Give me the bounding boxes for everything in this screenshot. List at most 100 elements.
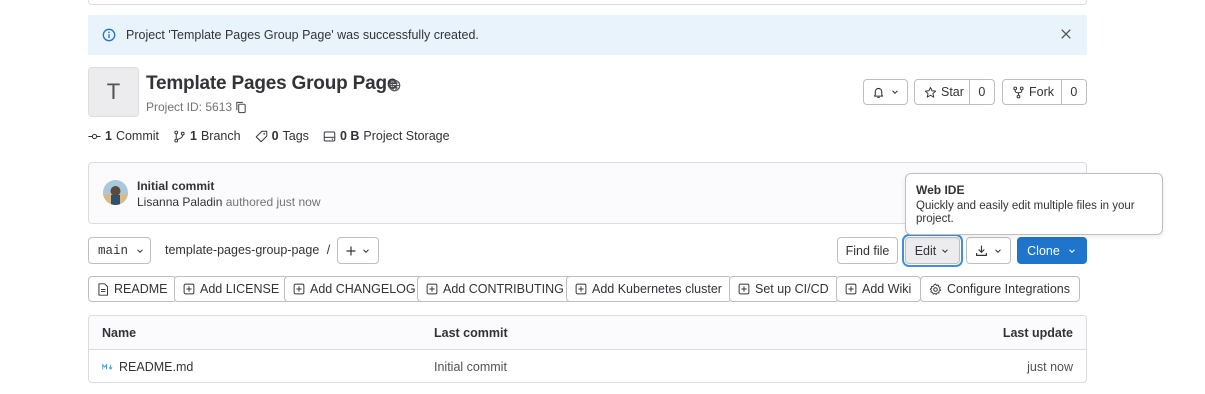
- stat-branches-label: Branch: [200, 129, 241, 143]
- add-contributing-button[interactable]: Add CONTRIBUTING: [417, 276, 574, 302]
- stat-commits[interactable]: 1 Commit: [88, 129, 159, 143]
- fork-button[interactable]: Fork 0: [1002, 79, 1087, 105]
- setup-cicd-button[interactable]: Set up CI/CD: [729, 276, 839, 302]
- table-header: Name Last commit Last update: [89, 316, 1086, 350]
- chevron-down-icon: [137, 248, 143, 253]
- stat-tags[interactable]: 0 Tags: [255, 129, 309, 143]
- setup-cicd-label: Set up CI/CD: [755, 282, 829, 296]
- commit-time: authored just now: [225, 195, 321, 209]
- col-last-update: Last update: [1002, 326, 1073, 340]
- add-contributing-label: Add CONTRIBUTING: [443, 282, 564, 296]
- alert-message: Project 'Template Pages Group Page' was …: [126, 28, 479, 42]
- clone-button[interactable]: Clone: [1017, 237, 1087, 264]
- doc-icon: [98, 282, 108, 296]
- add-license-button[interactable]: Add LICENSE: [174, 276, 290, 302]
- stat-branches-value: 1: [190, 129, 197, 143]
- fork-icon: [1013, 86, 1024, 98]
- download-icon: [975, 245, 987, 256]
- chevron-down-icon: [994, 248, 1001, 253]
- configure-integrations-button[interactable]: Configure Integrations: [920, 276, 1080, 302]
- notifications-button[interactable]: [863, 79, 908, 105]
- add-kubernetes-button[interactable]: Add Kubernetes cluster: [566, 276, 732, 302]
- branch-icon: [174, 130, 185, 142]
- breadcrumb-separator: /: [326, 243, 331, 257]
- copy-icon[interactable]: [235, 101, 247, 114]
- file-last-update: just now: [1027, 360, 1073, 374]
- commit-author[interactable]: Lisanna Paladin: [137, 195, 222, 209]
- project-stats: 1 Commit 1 Branch 0 Tags 0 B Project Sto…: [88, 129, 464, 143]
- previous-section-border: [88, 0, 1087, 5]
- tooltip-title: Web IDE: [916, 183, 965, 197]
- commit-icon: [88, 133, 101, 139]
- add-license-label: Add LICENSE: [200, 282, 280, 296]
- file-last-commit[interactable]: Initial commit: [434, 360, 507, 374]
- close-icon[interactable]: [1059, 27, 1073, 41]
- breadcrumb: template-pages-group-page /: [165, 243, 330, 257]
- star-label: Star: [941, 85, 964, 99]
- plus-square-icon: [575, 283, 587, 295]
- fork-count[interactable]: 0: [1060, 80, 1086, 104]
- stat-tags-label: Tags: [282, 129, 309, 143]
- col-last-commit: Last commit: [434, 326, 508, 340]
- tooltip-body: Quickly and easily edit multiple files i…: [916, 200, 1135, 225]
- web-ide-tooltip: Web IDE Quickly and easily edit multiple…: [905, 173, 1163, 235]
- stat-storage-label: Project Storage: [363, 129, 450, 143]
- disk-icon: [323, 131, 336, 141]
- globe-icon: [388, 79, 401, 92]
- project-avatar: T: [88, 67, 139, 117]
- page-title: Template Pages Group Page: [146, 73, 398, 94]
- file-name-cell[interactable]: README.md: [102, 360, 193, 374]
- gear-icon: [929, 283, 942, 295]
- clone-label: Clone: [1027, 243, 1060, 258]
- commit-title[interactable]: Initial commit: [137, 179, 214, 193]
- branch-selector[interactable]: main: [88, 237, 151, 264]
- project-id: Project ID: 5613: [146, 100, 233, 114]
- branch-name: main: [98, 243, 129, 258]
- star-count[interactable]: 0: [968, 80, 994, 104]
- markdown-icon: [102, 363, 113, 370]
- file-table: Name Last commit Last update README.md I…: [88, 315, 1087, 383]
- chevron-down-icon: [1068, 248, 1075, 253]
- stat-storage-value: 0 B: [339, 129, 360, 143]
- chevron-down-icon: [891, 90, 898, 94]
- add-changelog-button[interactable]: Add CHANGELOG: [284, 276, 426, 302]
- stat-commits-label: Commit: [115, 129, 160, 143]
- plus-square-icon: [738, 283, 750, 295]
- plus-square-icon: [293, 283, 305, 295]
- configure-integrations-label: Configure Integrations: [947, 282, 1070, 296]
- file-name[interactable]: README.md: [119, 360, 193, 374]
- readme-button[interactable]: README: [88, 276, 178, 302]
- add-wiki-button[interactable]: Add Wiki: [836, 276, 922, 302]
- star-icon: [924, 86, 937, 98]
- add-wiki-label: Add Wiki: [862, 282, 912, 296]
- table-row[interactable]: README.md Initial commit just now: [89, 350, 1086, 382]
- edit-button[interactable]: Edit: [905, 237, 960, 264]
- plus-square-icon: [426, 283, 438, 295]
- plus-icon: [346, 246, 356, 255]
- info-icon: [102, 28, 116, 42]
- col-name: Name: [102, 326, 137, 340]
- chevron-down-icon: [363, 248, 369, 253]
- add-to-tree-button[interactable]: [337, 237, 379, 264]
- avatar[interactable]: [103, 180, 128, 205]
- stat-tags-value: 0: [271, 129, 279, 143]
- add-kubernetes-label: Add Kubernetes cluster: [592, 282, 722, 296]
- breadcrumb-project[interactable]: template-pages-group-page: [165, 243, 319, 257]
- readme-label: README: [114, 282, 168, 296]
- star-button[interactable]: Star 0: [914, 79, 995, 105]
- find-file-button[interactable]: Find file: [837, 237, 898, 264]
- plus-square-icon: [183, 283, 195, 295]
- success-alert: Project 'Template Pages Group Page' was …: [88, 15, 1087, 55]
- commit-meta: Lisanna Paladin authored just now: [137, 195, 320, 209]
- edit-label: Edit: [914, 243, 937, 258]
- project-avatar-letter: T: [106, 79, 121, 104]
- stat-storage[interactable]: 0 B Project Storage: [323, 129, 450, 143]
- bell-icon: [873, 87, 883, 98]
- chevron-down-icon: [942, 248, 949, 253]
- tag-icon: [255, 130, 267, 142]
- add-changelog-label: Add CHANGELOG: [310, 282, 416, 296]
- plus-square-icon: [845, 283, 857, 295]
- stat-branches[interactable]: 1 Branch: [173, 129, 241, 143]
- download-button[interactable]: [966, 237, 1011, 264]
- stat-commits-value: 1: [105, 129, 112, 143]
